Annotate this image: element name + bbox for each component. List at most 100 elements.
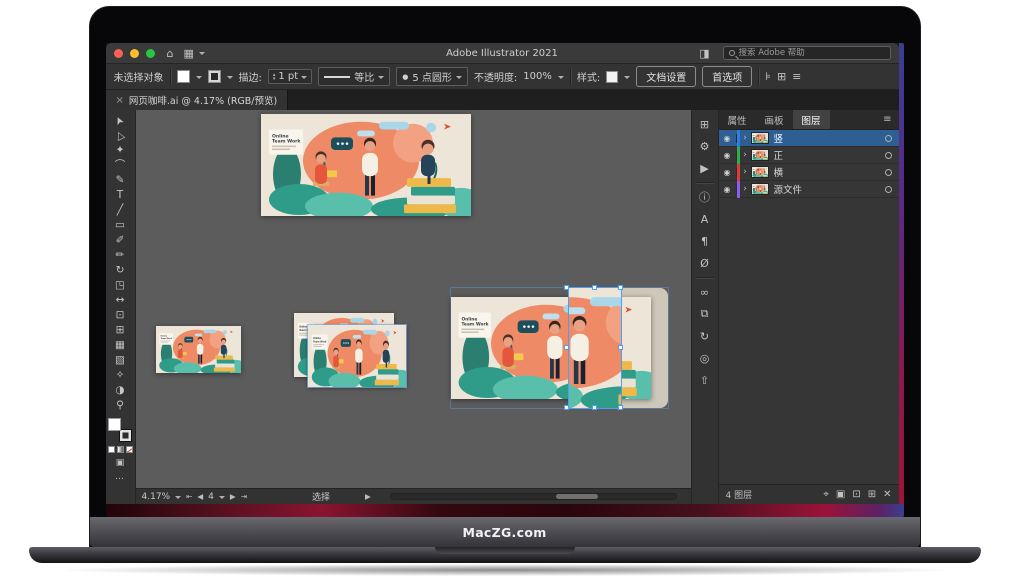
status-play-icon[interactable]: ▶ (365, 492, 371, 501)
zoom-window-button[interactable] (146, 49, 155, 58)
step-down-icon[interactable]: ▾ (273, 77, 276, 81)
rectangle-tool[interactable]: ▭ (108, 218, 132, 233)
workspace-menu-icon[interactable]: ≡ (792, 70, 801, 83)
selection-handle[interactable] (618, 405, 623, 410)
draw-mode-icon[interactable]: ▣ (116, 458, 125, 468)
appearance-panel-icon[interactable]: Ø (696, 255, 714, 271)
layer-thumbnail[interactable] (751, 132, 769, 144)
artboard-number[interactable]: 4 (208, 492, 214, 502)
layer-target-circle[interactable] (885, 135, 892, 142)
document-tab[interactable]: × 网页咖啡.ai @ 4.17% (RGB/预览) (106, 90, 289, 110)
layer-name[interactable]: 横 (774, 165, 885, 179)
document-setup-button[interactable]: 文档设置 (636, 66, 696, 87)
character-panel-icon[interactable]: A (696, 211, 714, 227)
paintbrush-tool[interactable]: ✐ (108, 233, 132, 248)
scale-tool[interactable]: ◳ (108, 278, 132, 293)
expand-chevron-icon[interactable]: › (740, 167, 751, 177)
stroke-weight-value[interactable]: 1 pt (278, 71, 298, 82)
zoom-level[interactable]: 4.17% (142, 492, 171, 502)
layer-thumbnail[interactable] (751, 166, 769, 178)
style-swatch[interactable] (606, 71, 618, 83)
selection-handle[interactable] (618, 345, 623, 350)
canvas[interactable] (136, 110, 691, 488)
preferences-button[interactable]: 首选项 (702, 66, 752, 87)
links-panel-icon[interactable]: ∞ (696, 284, 714, 300)
pen-tool[interactable]: ✎ (108, 173, 132, 188)
selection-handle[interactable] (592, 285, 597, 290)
zoom-caret-icon[interactable] (175, 496, 181, 502)
lasso-tool[interactable]: ⌒ (108, 158, 132, 173)
info-panel-icon[interactable]: ⓘ (696, 189, 714, 205)
close-tab-icon[interactable]: × (116, 95, 124, 106)
new-layer-icon[interactable]: ⊞ (868, 489, 876, 500)
fill-caret-icon[interactable] (196, 76, 202, 82)
panel-toggle-icon[interactable]: ◨ (699, 48, 709, 59)
horizontal-scrollbar[interactable] (390, 493, 677, 500)
blend-tool[interactable]: ◑ (108, 383, 132, 398)
layer-name[interactable]: 竖 (774, 131, 885, 145)
actions-panel-icon[interactable]: ▶ (696, 160, 714, 176)
toolbar-overflow-icon[interactable]: … (115, 472, 125, 482)
expand-chevron-icon[interactable]: › (740, 133, 751, 143)
style-caret-icon[interactable] (624, 76, 630, 82)
selection-handle[interactable] (618, 285, 623, 290)
pencil-tool[interactable]: ✏ (108, 248, 132, 263)
locate-object-icon[interactable]: ⌖ (823, 489, 829, 500)
panel-menu-icon[interactable]: ≡ (876, 110, 898, 129)
stroke-color-swatch[interactable] (208, 70, 221, 83)
previous-artboard-icon[interactable]: ◀ (197, 492, 203, 501)
layer-row-zheng[interactable]: ◉ › 正 (719, 147, 899, 164)
last-artboard-icon[interactable]: ⇥ (241, 492, 247, 501)
search-input[interactable] (739, 48, 885, 58)
expand-chevron-icon[interactable]: › (740, 184, 751, 194)
mesh-tool[interactable]: ▦ (108, 338, 132, 353)
artboard-2[interactable] (156, 326, 241, 373)
fill-stroke-indicator[interactable] (108, 418, 132, 442)
visibility-eye-icon[interactable]: ◉ (719, 185, 737, 194)
delete-layer-icon[interactable]: ✕ (883, 489, 891, 500)
layer-target-circle[interactable] (885, 186, 892, 193)
visibility-eye-icon[interactable]: ◉ (719, 134, 737, 143)
next-artboard-icon[interactable]: ▶ (230, 492, 236, 501)
tab-properties[interactable]: 属性 (719, 110, 756, 129)
layer-row-heng[interactable]: ◉ › 横 (719, 164, 899, 181)
width-tool[interactable]: ↔ (108, 293, 132, 308)
scrollbar-thumb[interactable] (556, 494, 598, 499)
tab-layers[interactable]: 图层 (793, 110, 830, 129)
selected-vertical-panel[interactable] (569, 288, 621, 408)
opacity-value[interactable]: 100% (523, 71, 552, 82)
eyedropper-tool[interactable]: ✧ (108, 368, 132, 383)
transform-panel-icon[interactable]: ⧉ (696, 306, 714, 322)
free-transform-tool[interactable]: ⊡ (108, 308, 132, 323)
line-segment-tool[interactable]: ╱ (108, 203, 132, 218)
stroke-weight-stepper[interactable]: ▴▾ 1 pt (268, 69, 312, 84)
opacity-caret-icon[interactable] (558, 76, 564, 82)
arrange-documents-icon[interactable]: ⊞ (777, 70, 786, 83)
artboard-caret-icon[interactable] (219, 496, 225, 502)
shape-builder-tool[interactable]: ⊞ (108, 323, 132, 338)
help-search-field[interactable] (723, 46, 891, 60)
expand-chevron-icon[interactable]: › (740, 150, 751, 160)
visibility-eye-icon[interactable]: ◉ (719, 168, 737, 177)
tab-artboards[interactable]: 画板 (756, 110, 793, 129)
gradient-tool[interactable]: ▧ (108, 353, 132, 368)
history-panel-icon[interactable]: ↻ (696, 328, 714, 344)
make-clip-mask-icon[interactable]: ▣ (836, 489, 845, 500)
layer-name[interactable]: 正 (774, 148, 885, 162)
fill-indicator-swatch[interactable] (108, 418, 121, 431)
settings-gear-icon[interactable]: ⚙ (696, 138, 714, 154)
layer-row-source[interactable]: ◉ › 源文件 (719, 181, 899, 198)
stroke-profile-dropdown[interactable]: 等比 (318, 67, 390, 86)
new-sublayer-icon[interactable]: ⊡ (852, 489, 860, 500)
visibility-eye-icon[interactable]: ◉ (719, 151, 737, 160)
fill-color-swatch[interactable] (177, 70, 190, 83)
layer-thumbnail[interactable] (751, 183, 769, 195)
attributes-panel-icon[interactable]: ◎ (696, 350, 714, 366)
align-options-icon[interactable]: ⊧ (765, 70, 771, 83)
artboard-1[interactable] (261, 114, 471, 216)
layer-target-circle[interactable] (885, 152, 892, 159)
selection-handle[interactable] (592, 405, 597, 410)
stroke-weight-caret-icon[interactable] (301, 76, 307, 82)
brush-dropdown[interactable]: ● 5 点圆形 (396, 67, 468, 86)
export-panel-icon[interactable]: ⇧ (696, 372, 714, 388)
